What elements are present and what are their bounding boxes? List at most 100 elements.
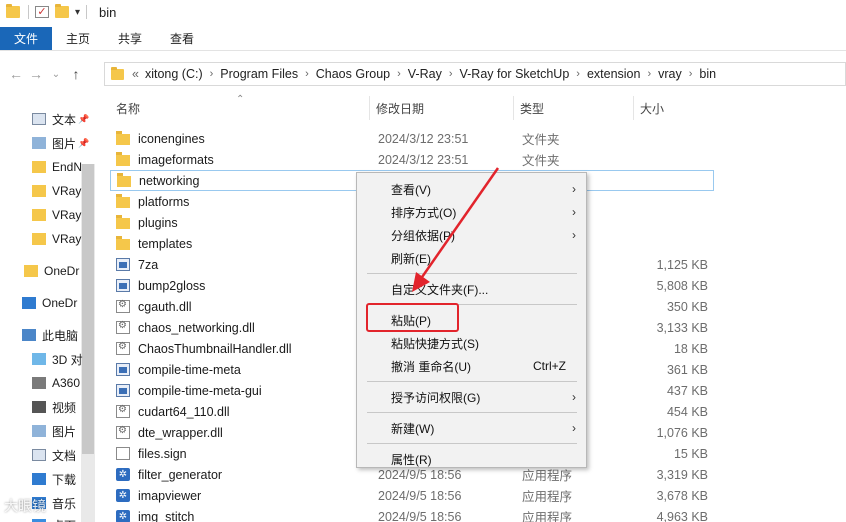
nav-item[interactable]: VRay [32, 204, 81, 226]
nav-item-label: EndN [52, 160, 83, 174]
nav-item-label: 文本 [52, 112, 77, 127]
file-row[interactable]: iconengines 2024/3/12 23:51 文件夹 [110, 128, 714, 149]
menu-item[interactable]: 分组依据(P) › [357, 224, 586, 246]
menu-item[interactable]: 自定义文件夹(F)... [357, 278, 586, 300]
menu-item[interactable]: 属性(R) [357, 448, 586, 470]
file-size: 18 KB [673, 341, 708, 356]
tab-home[interactable]: 主页 [52, 27, 104, 50]
tab-share[interactable]: 共享 [104, 27, 156, 50]
forward-icon[interactable]: → [26, 66, 46, 82]
file-size: 15 KB [673, 446, 708, 461]
nav-item-label: A360 [52, 376, 81, 390]
menu-item[interactable]: 查看(V) › [357, 178, 586, 200]
file-row[interactable]: ✲ imapviewer 2024/9/5 18:56 应用程序 3,678 KB [110, 485, 714, 506]
nav-item[interactable]: VRay [32, 228, 81, 250]
breadcrumb-item[interactable]: Program Files [220, 67, 298, 81]
column-type[interactable]: 类型 [514, 96, 634, 120]
breadcrumb-chevron-icon[interactable]: › [647, 68, 651, 80]
file-name: plugins [138, 215, 178, 230]
menu-item[interactable]: 撤消 重命名(U) Ctrl+Z [357, 355, 586, 377]
nav-item[interactable]: 文档 [32, 444, 76, 466]
nav-item[interactable]: 视频 [32, 396, 76, 418]
menu-item-label: 属性(R) [391, 452, 432, 467]
nav-scrollbar-thumb[interactable] [82, 164, 94, 454]
recent-locations-icon[interactable]: ⌄ [46, 69, 66, 80]
nav-item-label: 图片 [52, 136, 77, 151]
properties-icon[interactable]: ✓ [35, 6, 49, 18]
file-icon [116, 447, 130, 460]
breadcrumb-item[interactable]: extension [587, 67, 641, 81]
new-folder-icon[interactable] [55, 4, 69, 18]
back-icon[interactable]: ← [6, 66, 26, 82]
address-bar[interactable]: « xitong (C:) › Program Files › Chaos Group ›… [104, 62, 846, 86]
window-title: bin [99, 4, 117, 20]
menu-item-label: 刷新(E) [391, 251, 431, 266]
nav-item-label: 3D 对 [52, 352, 83, 367]
nav-item[interactable]: OneDr [24, 260, 79, 282]
breadcrumb-item[interactable]: V-Ray for SketchUp [460, 67, 570, 81]
file-name: img_stitch [138, 509, 195, 522]
file-name: bump2gloss [138, 278, 206, 293]
tab-view[interactable]: 查看 [156, 27, 208, 50]
file-row[interactable]: ✲ img_stitch 2024/9/5 18:56 应用程序 4,963 KB [110, 506, 714, 522]
nav-item[interactable]: 文本 📌 [32, 108, 89, 130]
application-icon [116, 384, 130, 397]
menu-item-label: 查看(V) [391, 182, 431, 197]
nav-item[interactable]: A360 [32, 372, 80, 394]
file-name: compile-time-meta-gui [138, 383, 262, 398]
nav-item[interactable]: EndN [32, 156, 82, 178]
up-icon[interactable]: ↑ [66, 66, 86, 82]
breadcrumb-item[interactable]: Chaos Group [316, 67, 390, 81]
customize-toolbar-icon[interactable]: ▾ [75, 7, 80, 18]
breadcrumb-chevron-icon[interactable]: › [397, 68, 401, 80]
nav-item[interactable]: 图片 [32, 420, 76, 442]
menu-separator [367, 412, 577, 413]
menu-item[interactable]: 粘贴快捷方式(S) [357, 332, 586, 354]
navigation-pane: 文本 📌 图片 📌 EndN VRay VRay VRay OneDr OneDr 此电脑 3D 对 A… [0, 92, 96, 522]
nav-item-label: VRay [52, 208, 82, 222]
cloud-drive-icon [32, 377, 46, 389]
breadcrumb-chevron-icon[interactable]: › [210, 68, 214, 80]
nav-item[interactable]: VRay [32, 180, 81, 202]
file-name: chaos_networking.dll [138, 320, 255, 335]
dll-file-icon [116, 404, 130, 418]
column-date[interactable]: 修改日期 [370, 96, 514, 120]
breadcrumb-item[interactable]: bin [699, 67, 716, 81]
breadcrumb-item[interactable]: vray [658, 67, 682, 81]
column-size[interactable]: 大小 [634, 96, 716, 120]
nav-item[interactable]: 图片 📌 [32, 132, 89, 154]
file-row[interactable]: imageformats 2024/3/12 23:51 文件夹 [110, 149, 714, 170]
folder-icon [116, 152, 130, 166]
breadcrumb-chevron-icon[interactable]: › [305, 68, 309, 80]
nav-item[interactable]: 3D 对 [32, 348, 83, 370]
folder-icon [116, 131, 130, 145]
nav-item[interactable]: 下载 [32, 468, 76, 490]
file-size: 454 KB [666, 404, 708, 419]
menu-item-label: 自定义文件夹(F)... [391, 282, 489, 297]
menu-item[interactable]: 排序方式(O) › [357, 201, 586, 223]
file-name: imageformats [138, 152, 214, 167]
breadcrumb-chevron-icon[interactable]: › [576, 68, 580, 80]
file-size: 1,076 KB [656, 425, 708, 440]
file-date: 2024/3/12 23:51 [378, 152, 469, 167]
nav-item[interactable]: OneDr [22, 292, 77, 314]
menu-item[interactable]: 刷新(E) [357, 247, 586, 269]
file-type: 文件夹 [522, 133, 560, 147]
cloud-icon [22, 297, 36, 309]
nav-item-label: OneDr [42, 296, 78, 310]
breadcrumb-chevron-icon[interactable]: › [449, 68, 453, 80]
tab-file[interactable]: 文件 [0, 27, 53, 50]
breadcrumb-item[interactable]: V-Ray [408, 67, 442, 81]
nav-item-label: 文档 [52, 448, 77, 463]
picture-icon [32, 425, 46, 437]
ribbon-tabs: 文件 主页 共享 查看 [0, 27, 846, 51]
file-name: files.sign [138, 446, 187, 461]
breadcrumb-item[interactable]: xitong (C:) [145, 67, 203, 81]
nav-item[interactable]: 此电脑 [22, 324, 78, 346]
sort-ascending-icon: ⌃ [236, 94, 245, 105]
file-type: 应用程序 [522, 490, 573, 504]
menu-item[interactable]: 授予访问权限(G) › [357, 386, 586, 408]
breadcrumb-chevron-icon[interactable]: › [689, 68, 693, 80]
menu-item[interactable]: 新建(W) › [357, 417, 586, 439]
address-overflow[interactable]: « [132, 67, 139, 81]
